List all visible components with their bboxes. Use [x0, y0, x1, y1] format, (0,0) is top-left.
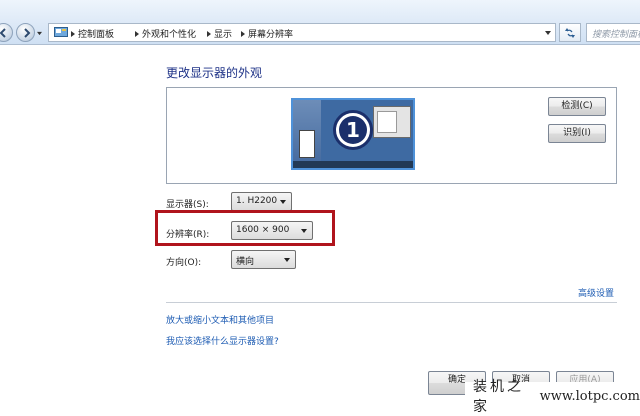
watermark-site-name: 装机之家: [473, 379, 524, 415]
desktop-window-thumbnail: [299, 130, 315, 158]
breadcrumb-separator-icon: [241, 30, 245, 37]
breadcrumb-item-screen-resolution[interactable]: 屏幕分辨率: [241, 27, 293, 40]
chevron-down-icon: [280, 200, 286, 204]
forward-arrow-icon: [24, 28, 31, 38]
breadcrumb-separator-icon: [135, 30, 139, 37]
control-panel-icon: [54, 27, 68, 37]
identify-button[interactable]: 识别(I): [548, 124, 606, 143]
watermark: 装机之家 www.lotpc.com: [465, 379, 640, 415]
address-dropdown-icon[interactable]: [545, 31, 551, 35]
breadcrumb-item-control-panel[interactable]: 控制面板: [71, 27, 114, 40]
breadcrumb-separator-icon: [207, 30, 211, 37]
resolution-label: 分辨率(R):: [166, 230, 210, 240]
display-select[interactable]: 1. H2200: [231, 192, 292, 211]
divider: [166, 302, 617, 303]
breadcrumb-separator-icon: [71, 30, 75, 37]
advanced-settings-link[interactable]: 高级设置: [578, 286, 614, 299]
breadcrumb-item-appearance[interactable]: 外观和个性化: [135, 27, 196, 40]
search-input[interactable]: 搜索控制面板: [586, 23, 640, 42]
orientation-select-value: 横向: [236, 257, 255, 267]
taskbar-thumbnail: [293, 161, 413, 168]
recent-pages-dropdown-icon[interactable]: [37, 31, 42, 36]
watermark-url: www.lotpc.com: [539, 388, 640, 404]
chevron-down-icon: [284, 258, 290, 262]
back-arrow-icon: [0, 28, 6, 38]
monitor-number-badge: 1: [333, 110, 373, 150]
breadcrumb[interactable]: 控制面板 外观和个性化 显示 屏幕分辨率: [48, 23, 556, 42]
back-button[interactable]: [0, 23, 13, 42]
orientation-label: 方向(O):: [166, 258, 202, 268]
breadcrumb-item-display[interactable]: 显示: [207, 27, 232, 40]
refresh-button[interactable]: [559, 23, 581, 42]
chevron-down-icon: [301, 229, 307, 233]
desktop-window-thumbnail: [373, 106, 411, 138]
display-label: 显示器(S):: [166, 200, 209, 210]
orientation-select[interactable]: 横向: [231, 250, 296, 269]
display-settings-help-link[interactable]: 我应该选择什么显示器设置?: [166, 334, 279, 347]
display-select-value: 1. H2200: [236, 196, 278, 206]
forward-button[interactable]: [16, 23, 35, 42]
text-size-link[interactable]: 放大或缩小文本和其他项目: [166, 313, 274, 326]
page-title: 更改显示器的外观: [166, 66, 263, 80]
refresh-icon: [565, 28, 575, 38]
detect-button[interactable]: 检测(C): [548, 97, 606, 116]
resolution-select[interactable]: 1600 × 900: [231, 221, 313, 240]
resolution-select-value: 1600 × 900: [236, 225, 290, 235]
monitor-1-tile[interactable]: 1: [291, 98, 415, 170]
address-bar: 控制面板 外观和个性化 显示 屏幕分辨率 搜索控制面板: [0, 0, 640, 45]
